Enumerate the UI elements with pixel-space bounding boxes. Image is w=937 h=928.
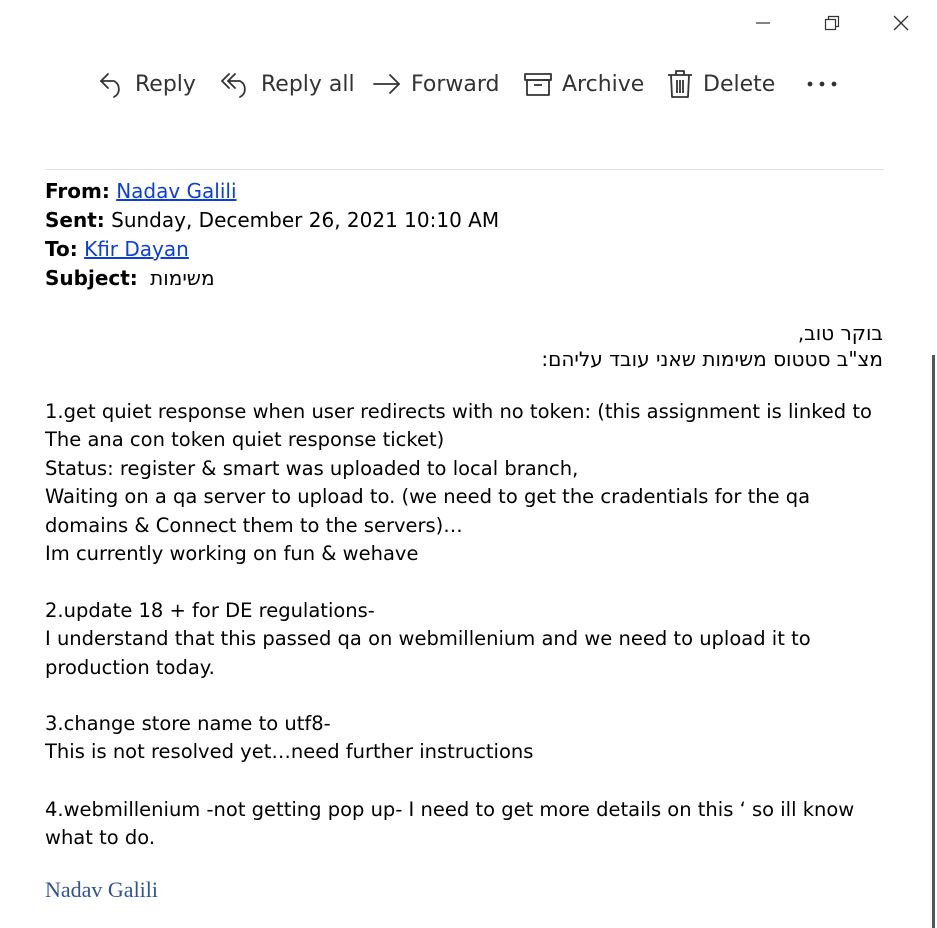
sender-link[interactable]: Nadav Galili [116, 179, 236, 203]
forward-icon [373, 74, 400, 94]
delete-label: Delete [703, 71, 776, 97]
from-label: From: [45, 179, 110, 203]
forward-label: Forward [411, 71, 500, 97]
sent-value: Sunday, December 26, 2021 10:10 AM [111, 208, 500, 232]
reply-button[interactable]: Reply [99, 64, 196, 104]
task-item-1: 1.get quiet response when user redirects… [45, 398, 875, 568]
minimize-button[interactable] [743, 6, 783, 40]
task-1-line-3: Status: register & smart was uploaded to… [45, 456, 579, 480]
reply-label: Reply [135, 71, 196, 97]
close-button[interactable] [881, 6, 921, 40]
more-actions-button[interactable] [806, 64, 838, 104]
task-2-line-1: 2.update 18 + for DE regulations- [45, 599, 375, 622]
delete-icon [668, 70, 692, 98]
to-row: To: Kfir Dayan [45, 235, 499, 264]
task-1-line-4: Waiting on a qa server to upload to. (we… [45, 485, 811, 537]
from-row: From: Nadav Galili [45, 177, 499, 206]
subject-label: Subject: [45, 266, 138, 290]
task-1-line-2: The ana con token quiet response ticket) [45, 428, 445, 452]
signature: Nadav Galili [45, 877, 159, 902]
message-header: From: Nadav Galili Sent: Sunday, Decembe… [45, 177, 499, 293]
reply-all-icon [221, 73, 246, 98]
task-1-line-1: 1.get quiet response when user redirects… [45, 400, 872, 423]
more-icon [807, 81, 837, 87]
restore-icon [824, 15, 840, 31]
sent-row: Sent: Sunday, December 26, 2021 10:10 AM [45, 206, 499, 235]
task-3-line-1: 3.change store name to utf8- [45, 712, 331, 735]
archive-button[interactable]: Archive [524, 64, 644, 104]
task-4-line-1: 4.webmillenium -not getting pop up- I ne… [45, 798, 855, 850]
restore-button[interactable] [812, 6, 852, 40]
task-item-2: 2.update 18 + for DE regulations- I unde… [45, 597, 875, 682]
task-2-line-2: I understand that this passed qa on webm… [45, 627, 811, 679]
reply-all-label: Reply all [261, 71, 355, 97]
task-3-line-2: This is not resolved yet…need further in… [45, 740, 534, 764]
subject-row: Subject: משימות [45, 264, 499, 293]
task-item-3: 3.change store name to utf8- This is not… [45, 710, 875, 767]
minimize-icon [756, 22, 770, 24]
archive-label: Archive [562, 71, 645, 97]
to-label: To: [45, 237, 78, 261]
archive-icon [524, 73, 552, 96]
reply-all-button[interactable]: Reply all [221, 64, 355, 104]
greeting-line-2: מצ"ב סטטוס משימות שאני עובד עליהם: [541, 347, 883, 371]
task-1-line-5: Im currently working on fun & wehave [45, 542, 419, 566]
scrollbar[interactable] [932, 355, 935, 928]
header-divider [45, 169, 884, 170]
recipient-link[interactable]: Kfir Dayan [84, 237, 189, 261]
task-item-4: 4.webmillenium -not getting pop up- I ne… [45, 796, 875, 853]
close-icon [893, 15, 909, 31]
subject-value: משימות [150, 266, 215, 290]
sent-label: Sent: [45, 208, 105, 232]
forward-button[interactable]: Forward [373, 64, 499, 104]
delete-button[interactable]: Delete [667, 64, 775, 104]
message-toolbar: Reply Reply all Forward Archive Delete [0, 64, 937, 104]
greeting-line-1: בוקר טוב, [797, 321, 883, 345]
reply-icon [100, 73, 120, 98]
